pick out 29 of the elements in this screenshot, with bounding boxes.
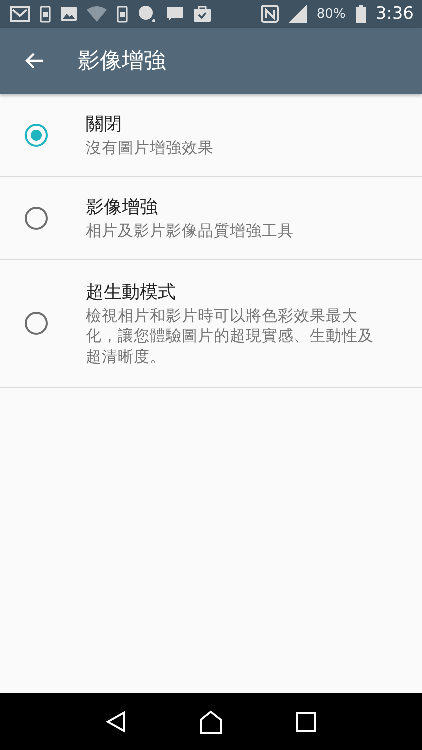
clock: 3:36	[376, 4, 414, 24]
radio-button[interactable]	[25, 124, 48, 147]
page-title: 影像增強	[78, 48, 166, 76]
battery-icon	[356, 5, 366, 23]
battery-percent: 80%	[316, 6, 346, 22]
home-icon[interactable]	[198, 710, 223, 734]
back-arrow-icon	[24, 52, 44, 70]
option-title: 超生動模式	[86, 281, 177, 304]
recents-icon[interactable]	[296, 712, 316, 732]
briefcase-icon	[194, 6, 211, 22]
radio-button[interactable]	[25, 312, 48, 335]
option-summary: 沒有圖片增強效果	[86, 138, 214, 158]
option-title: 關閉	[86, 113, 123, 136]
option-row[interactable]: 關閉 沒有圖片增強效果	[0, 94, 422, 178]
phone-icon	[40, 6, 51, 22]
back-icon[interactable]	[106, 710, 126, 732]
option-summary: 相片及影片影像品質增強工具	[86, 221, 294, 242]
option-title: 影像增強	[86, 196, 159, 220]
wifi-icon	[87, 6, 107, 22]
radio-button[interactable]	[25, 206, 48, 230]
mail-icon	[10, 6, 30, 22]
option-summary: 檢視相片和影片時可以將色彩效果最大化，讓您體驗圖片的超現實感、生動性及超清晰度。	[86, 306, 375, 367]
nfc-icon	[260, 5, 279, 23]
image-icon	[61, 7, 77, 21]
option-row[interactable]: 超生動模式 檢視相片和影片時可以將色彩效果最大化，讓您體驗圖片的超現實感、生動性及超清晰度。	[0, 260, 422, 388]
signal-icon	[288, 5, 307, 23]
message-icon	[166, 6, 184, 22]
option-row[interactable]: 影像增強 相片及影片影像品質增強工具	[0, 177, 422, 260]
phone-icon	[117, 6, 128, 22]
